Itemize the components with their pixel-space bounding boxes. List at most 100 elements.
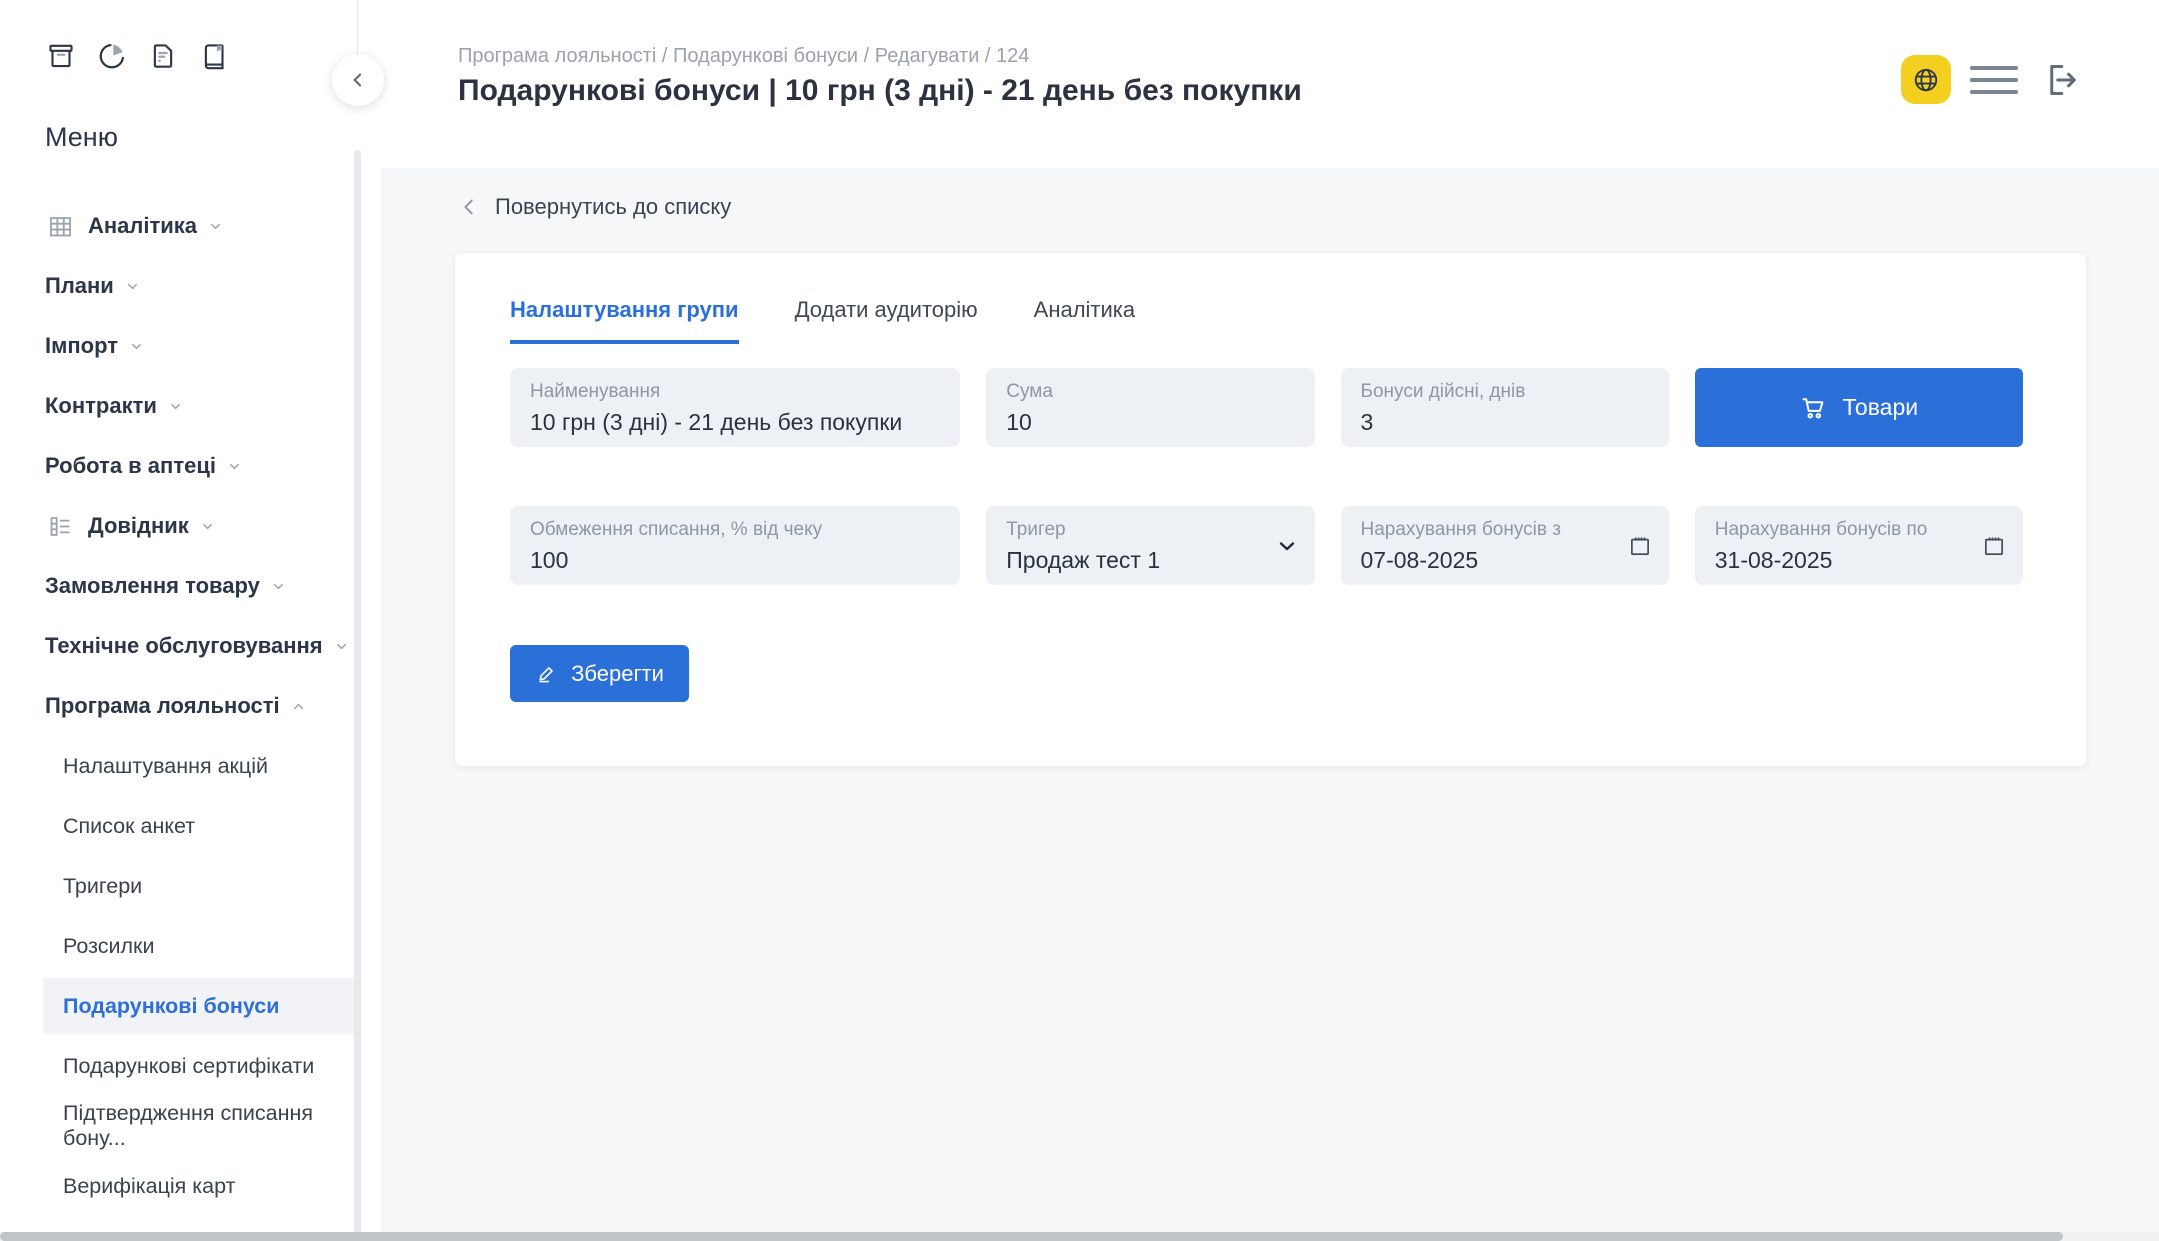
sidebar-subitem-questionnaires[interactable]: Список анкет	[0, 796, 381, 856]
sidebar-item-label: Контракти	[45, 393, 157, 419]
subitem-label: Подарункові сертифікати	[63, 1054, 314, 1079]
sidebar-subitem-gift-bonuses[interactable]: Подарункові бонуси	[43, 978, 357, 1034]
chevron-down-icon	[227, 459, 242, 474]
bonus-valid-days-field[interactable]: Бонуси дійсні, днів 3	[1341, 368, 1669, 447]
field-label: Сума	[1006, 381, 1256, 403]
sidebar-item-plans[interactable]: Плани	[0, 256, 381, 316]
sidebar-subitem-card-verification[interactable]: Верифікація карт	[0, 1156, 381, 1216]
field-value: 07-08-2025	[1361, 547, 1611, 574]
sidebar-item-analytics[interactable]: Аналітика	[0, 196, 381, 256]
chevron-down-icon	[200, 519, 215, 534]
page-title: Подарункові бонуси | 10 грн (3 дні) - 21…	[458, 74, 1302, 108]
field-label: Найменування	[530, 381, 902, 403]
horizontal-scrollbar-thumb[interactable]	[0, 1232, 2063, 1241]
menu-title: Меню	[45, 122, 118, 153]
grid-icon	[45, 211, 75, 241]
hamburger-menu-button[interactable]	[1970, 60, 2018, 100]
header-actions	[1901, 47, 2083, 112]
field-label: Бонуси дійсні, днів	[1361, 381, 1611, 403]
save-button[interactable]: Зберегти	[510, 645, 689, 702]
back-link-label: Повернутись до списку	[495, 194, 731, 220]
list-icon	[45, 511, 75, 541]
pie-chart-icon[interactable]	[96, 38, 128, 74]
field-label: Нарахування бонусів по	[1715, 519, 1965, 541]
chevron-left-icon	[458, 196, 480, 218]
sidebar-item-label: Програма лояльності	[45, 693, 280, 719]
chevron-down-icon	[129, 339, 144, 354]
pencil-icon	[535, 662, 559, 686]
page-header: Програма лояльності / Подарункові бонуси…	[381, 0, 2159, 168]
sum-field[interactable]: Сума 10	[986, 368, 1314, 447]
field-label: Обмеження списання, % від чеку	[530, 519, 902, 541]
subitem-label: Подарункові бонуси	[63, 994, 279, 1019]
sidebar-item-label: Замовлення товару	[45, 573, 260, 599]
cart-icon	[1800, 394, 1828, 422]
logout-icon	[2039, 59, 2081, 101]
hamburger-icon	[1970, 66, 2018, 70]
group-settings-card: Налаштування групи Додати аудиторію Анал…	[454, 252, 2087, 767]
subitem-label: Підтвердження списання бону...	[63, 1101, 381, 1151]
book-icon[interactable]	[198, 38, 230, 74]
accrual-from-datepicker[interactable]: Нарахування бонусів з 07-08-2025	[1341, 506, 1669, 585]
sidebar-subitem-gift-certificates[interactable]: Подарункові сертифікати	[0, 1036, 381, 1096]
sidebar-item-contracts[interactable]: Контракти	[0, 376, 381, 436]
logout-button[interactable]	[2037, 57, 2083, 103]
chevron-down-icon	[168, 399, 183, 414]
sidebar-item-loyalty-program[interactable]: Програма лояльності	[0, 676, 381, 736]
trigger-select[interactable]: Тригер Продаж тест 1	[986, 506, 1314, 585]
field-value: Продаж тест 1	[1006, 547, 1256, 574]
calendar-icon[interactable]	[1981, 533, 2007, 559]
products-button-label: Товари	[1843, 394, 1918, 421]
subitem-label: Список анкет	[63, 814, 195, 839]
products-button[interactable]: Товари	[1695, 368, 2023, 447]
sidebar-item-goods-order[interactable]: Замовлення товару	[0, 556, 381, 616]
sidebar-item-label: Аналітика	[88, 213, 197, 239]
sidebar-item-label: Довідник	[88, 513, 189, 539]
horizontal-scrollbar-track	[0, 1232, 2159, 1241]
chevron-down-icon	[271, 579, 286, 594]
subitem-label: Верифікація карт	[63, 1174, 235, 1199]
calendar-icon[interactable]	[1627, 533, 1653, 559]
sidebar-item-import[interactable]: Імпорт	[0, 316, 381, 376]
back-to-list-link[interactable]: Повернутись до списку	[458, 190, 731, 224]
subitem-label: Тригери	[63, 874, 142, 899]
field-value: 100	[530, 547, 902, 574]
document-icon[interactable]	[147, 38, 179, 74]
tab-add-audience[interactable]: Додати аудиторію	[795, 297, 978, 344]
sidebar-item-pharmacy-work[interactable]: Робота в аптеці	[0, 436, 381, 496]
breadcrumb[interactable]: Програма лояльності / Подарункові бонуси…	[458, 45, 1029, 68]
sidebar-subitem-triggers[interactable]: Тригери	[0, 856, 381, 916]
name-field[interactable]: Найменування 10 грн (3 дні) - 21 день бе…	[510, 368, 960, 447]
app-screen: Меню Аналітика Плани Імп	[0, 0, 2159, 1241]
field-value: 3	[1361, 409, 1611, 436]
sidebar-nav: Аналітика Плани Імпорт Контракти	[0, 196, 381, 1216]
language-button[interactable]	[1901, 55, 1951, 104]
content-area: Повернутись до списку Налаштування групи…	[381, 168, 2159, 1232]
accrual-to-datepicker[interactable]: Нарахування бонусів по 31-08-2025	[1695, 506, 2023, 585]
field-label: Тригер	[1006, 519, 1256, 541]
writeoff-limit-field[interactable]: Обмеження списання, % від чеку 100	[510, 506, 960, 585]
field-value: 31-08-2025	[1715, 547, 1965, 574]
loyalty-submenu: Налаштування акцій Список анкет Тригери …	[0, 736, 381, 1216]
tab-group-settings[interactable]: Налаштування групи	[510, 297, 739, 344]
subitem-label: Розсилки	[63, 934, 154, 959]
field-label: Нарахування бонусів з	[1361, 519, 1611, 541]
sidebar-subitem-mailings[interactable]: Розсилки	[0, 916, 381, 976]
sidebar-subitem-promo-settings[interactable]: Налаштування акцій	[0, 736, 381, 796]
sidebar: Меню Аналітика Плани Імп	[0, 0, 381, 1241]
tab-analytics[interactable]: Аналітика	[1034, 297, 1136, 344]
main-area: Програма лояльності / Подарункові бонуси…	[381, 0, 2159, 1241]
app-shortcut-icons	[45, 38, 230, 74]
field-value: 10 грн (3 дні) - 21 день без покупки	[530, 409, 902, 436]
sidebar-item-label: Плани	[45, 273, 114, 299]
sidebar-item-directory[interactable]: Довідник	[0, 496, 381, 556]
sidebar-subitem-writeoff-confirmation[interactable]: Підтвердження списання бону...	[0, 1096, 381, 1156]
sidebar-divider	[357, 0, 358, 54]
form-fields: Найменування 10 грн (3 дні) - 21 день бе…	[510, 368, 2023, 585]
archive-box-icon[interactable]	[45, 38, 77, 74]
sidebar-item-maintenance[interactable]: Технічне обслуговування	[0, 616, 381, 676]
sidebar-item-label: Технічне обслуговування	[45, 633, 323, 659]
chevron-down-icon	[334, 639, 349, 654]
sidebar-scrollbar[interactable]	[354, 150, 361, 1241]
sidebar-collapse-button[interactable]	[332, 54, 384, 106]
